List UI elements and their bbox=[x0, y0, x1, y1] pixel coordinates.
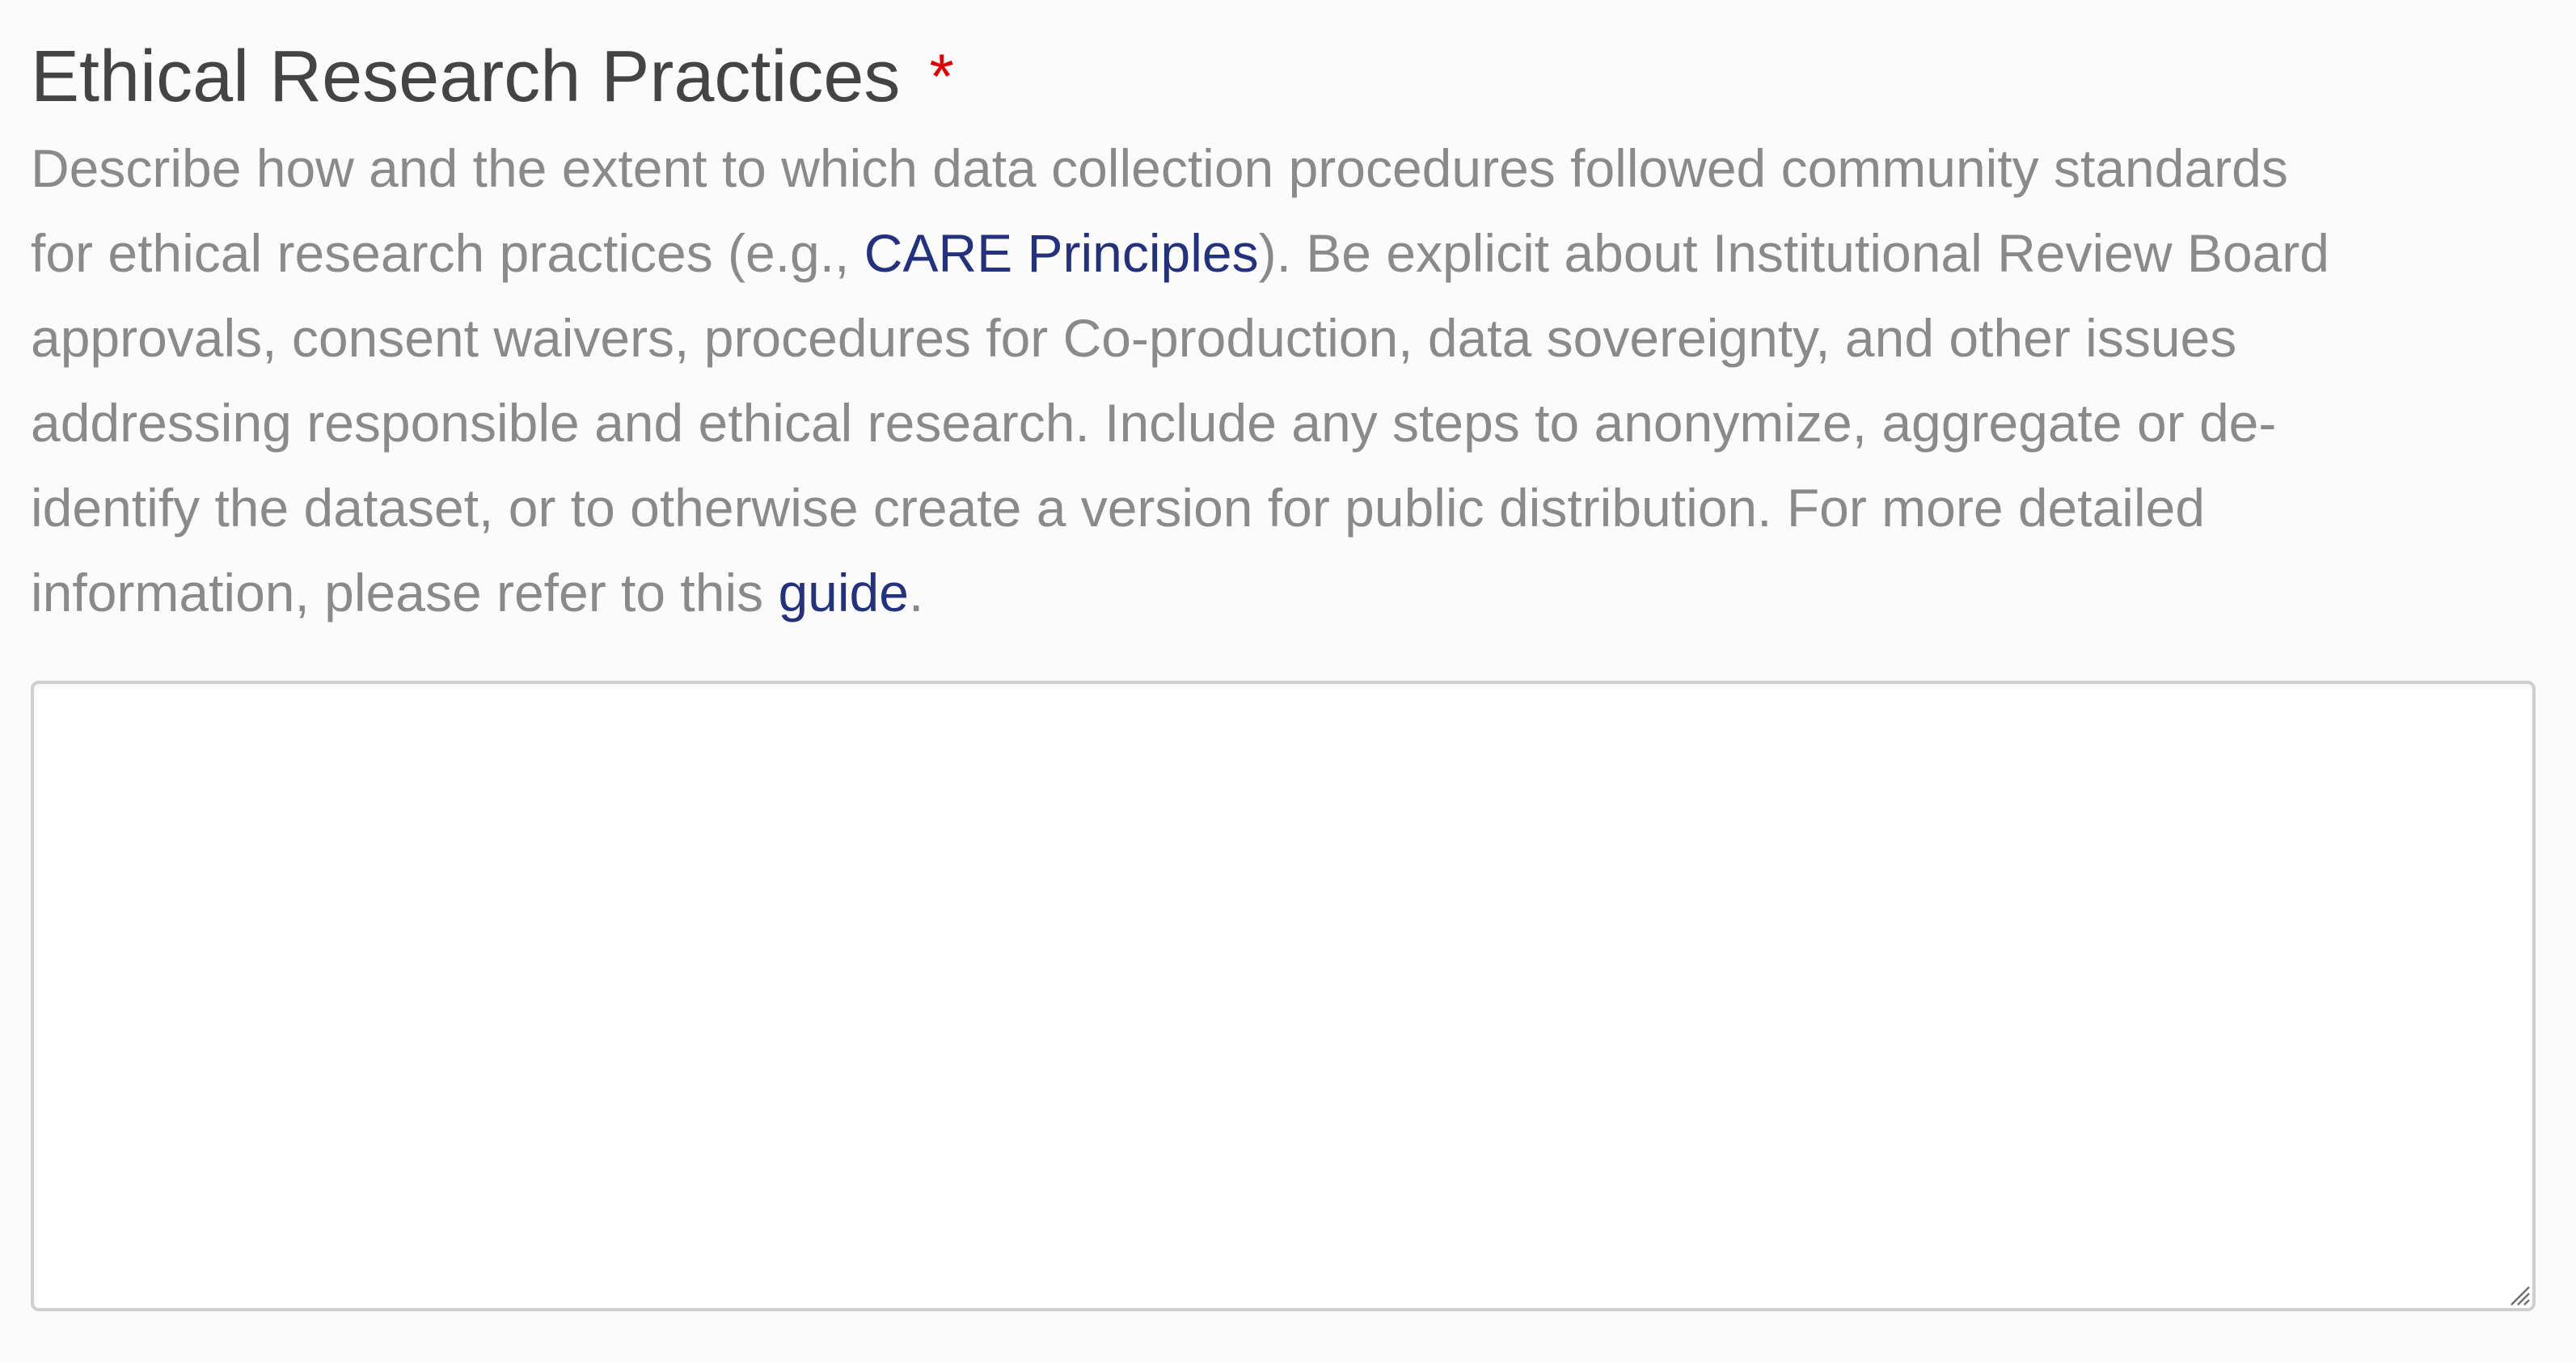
description-text: for ethical research practices (e.g., bbox=[31, 223, 864, 283]
description-line-5: identify the dataset, or to otherwise cr… bbox=[31, 478, 2206, 538]
description-line-3: approvals, consent waivers, procedures f… bbox=[31, 308, 2237, 368]
description-line-1: Describe how and the extent to which dat… bbox=[31, 138, 2288, 198]
field-label-row: Ethical Research Practices * bbox=[31, 32, 2537, 121]
resize-handle-icon[interactable] bbox=[2506, 1282, 2531, 1306]
description-text: information, please refer to this bbox=[31, 563, 779, 622]
required-asterisk: * bbox=[929, 40, 954, 112]
description-text: ). Be explicit about Institutional Revie… bbox=[1258, 223, 2329, 283]
ethical-research-practices-field: Ethical Research Practices * Describe ho… bbox=[31, 32, 2537, 635]
guide-link[interactable]: guide bbox=[778, 563, 909, 622]
description-line-6: information, please refer to this guide. bbox=[31, 551, 2521, 635]
description-line-2: for ethical research practices (e.g., CA… bbox=[31, 211, 2521, 296]
description-line-4: addressing responsible and ethical resea… bbox=[31, 393, 2277, 453]
field-label: Ethical Research Practices bbox=[31, 36, 901, 117]
care-principles-link[interactable]: CARE Principles bbox=[864, 223, 1259, 283]
ethical-research-practices-textarea[interactable] bbox=[31, 681, 2536, 1311]
field-description: Describe how and the extent to which dat… bbox=[31, 126, 2521, 635]
description-text: . bbox=[908, 563, 924, 622]
